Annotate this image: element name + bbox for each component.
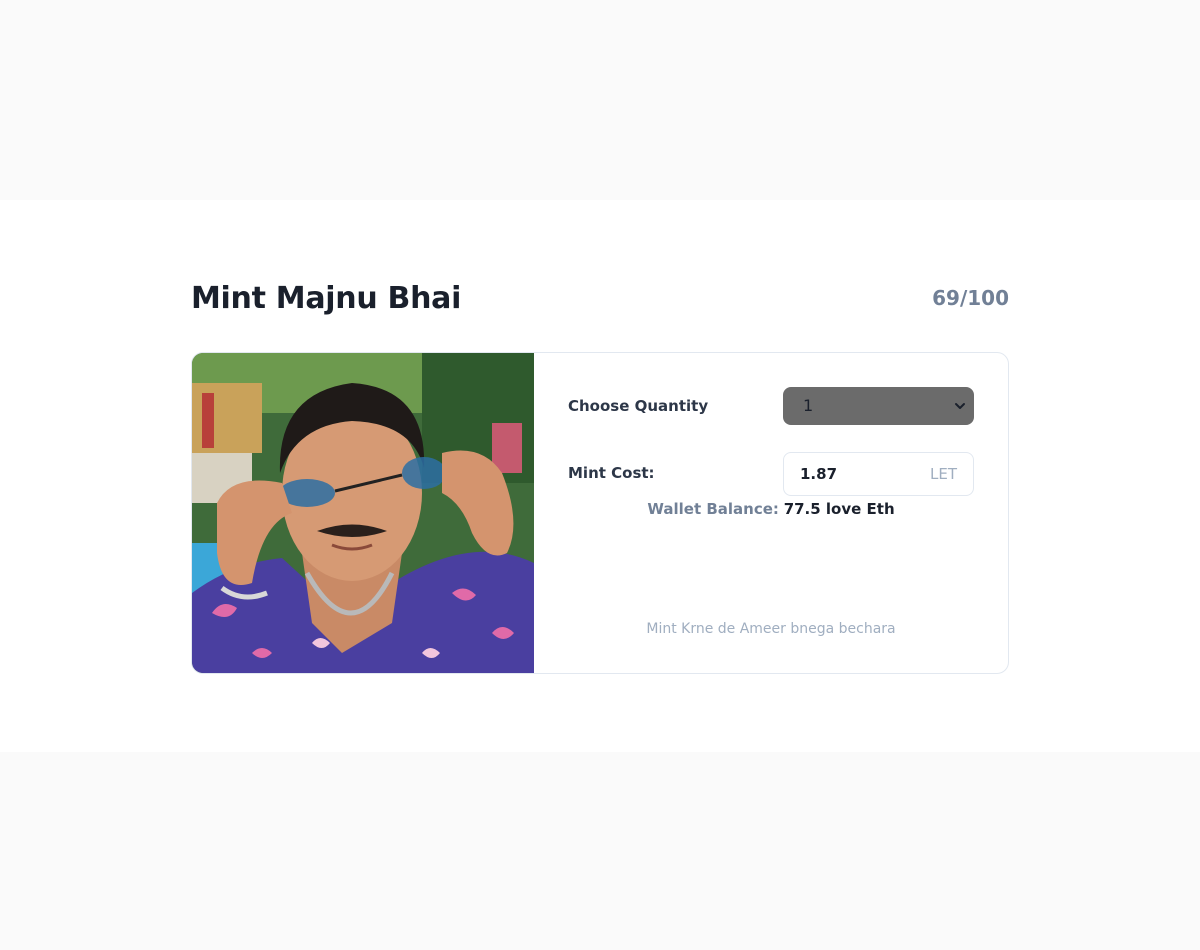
wallet-balance-label: Wallet Balance: xyxy=(647,500,779,518)
wallet-balance-value: 77.5 love Eth xyxy=(783,500,895,518)
mint-form: Choose Quantity 1 Mint Cost: LET Wallet … xyxy=(534,353,1008,673)
quantity-label: Choose Quantity xyxy=(568,397,709,415)
minted-counter: 69/100 xyxy=(932,286,1009,310)
page-title: Mint Majnu Bhai xyxy=(191,281,462,316)
quantity-select[interactable]: 1 xyxy=(783,387,974,425)
mint-card: Choose Quantity 1 Mint Cost: LET Wallet … xyxy=(191,352,1009,674)
mint-cost-label: Mint Cost: xyxy=(568,464,655,482)
mint-cost-unit: LET xyxy=(930,465,957,483)
nft-image xyxy=(192,353,534,673)
mint-cost-field: LET xyxy=(783,452,974,496)
chevron-down-icon xyxy=(955,403,965,409)
quantity-select-value: 1 xyxy=(803,396,814,415)
mint-cost-input[interactable] xyxy=(800,453,910,495)
wallet-balance: Wallet Balance: 77.5 love Eth xyxy=(534,498,1008,520)
footer-note: Mint Krne de Ameer bnega bechara xyxy=(646,621,896,637)
